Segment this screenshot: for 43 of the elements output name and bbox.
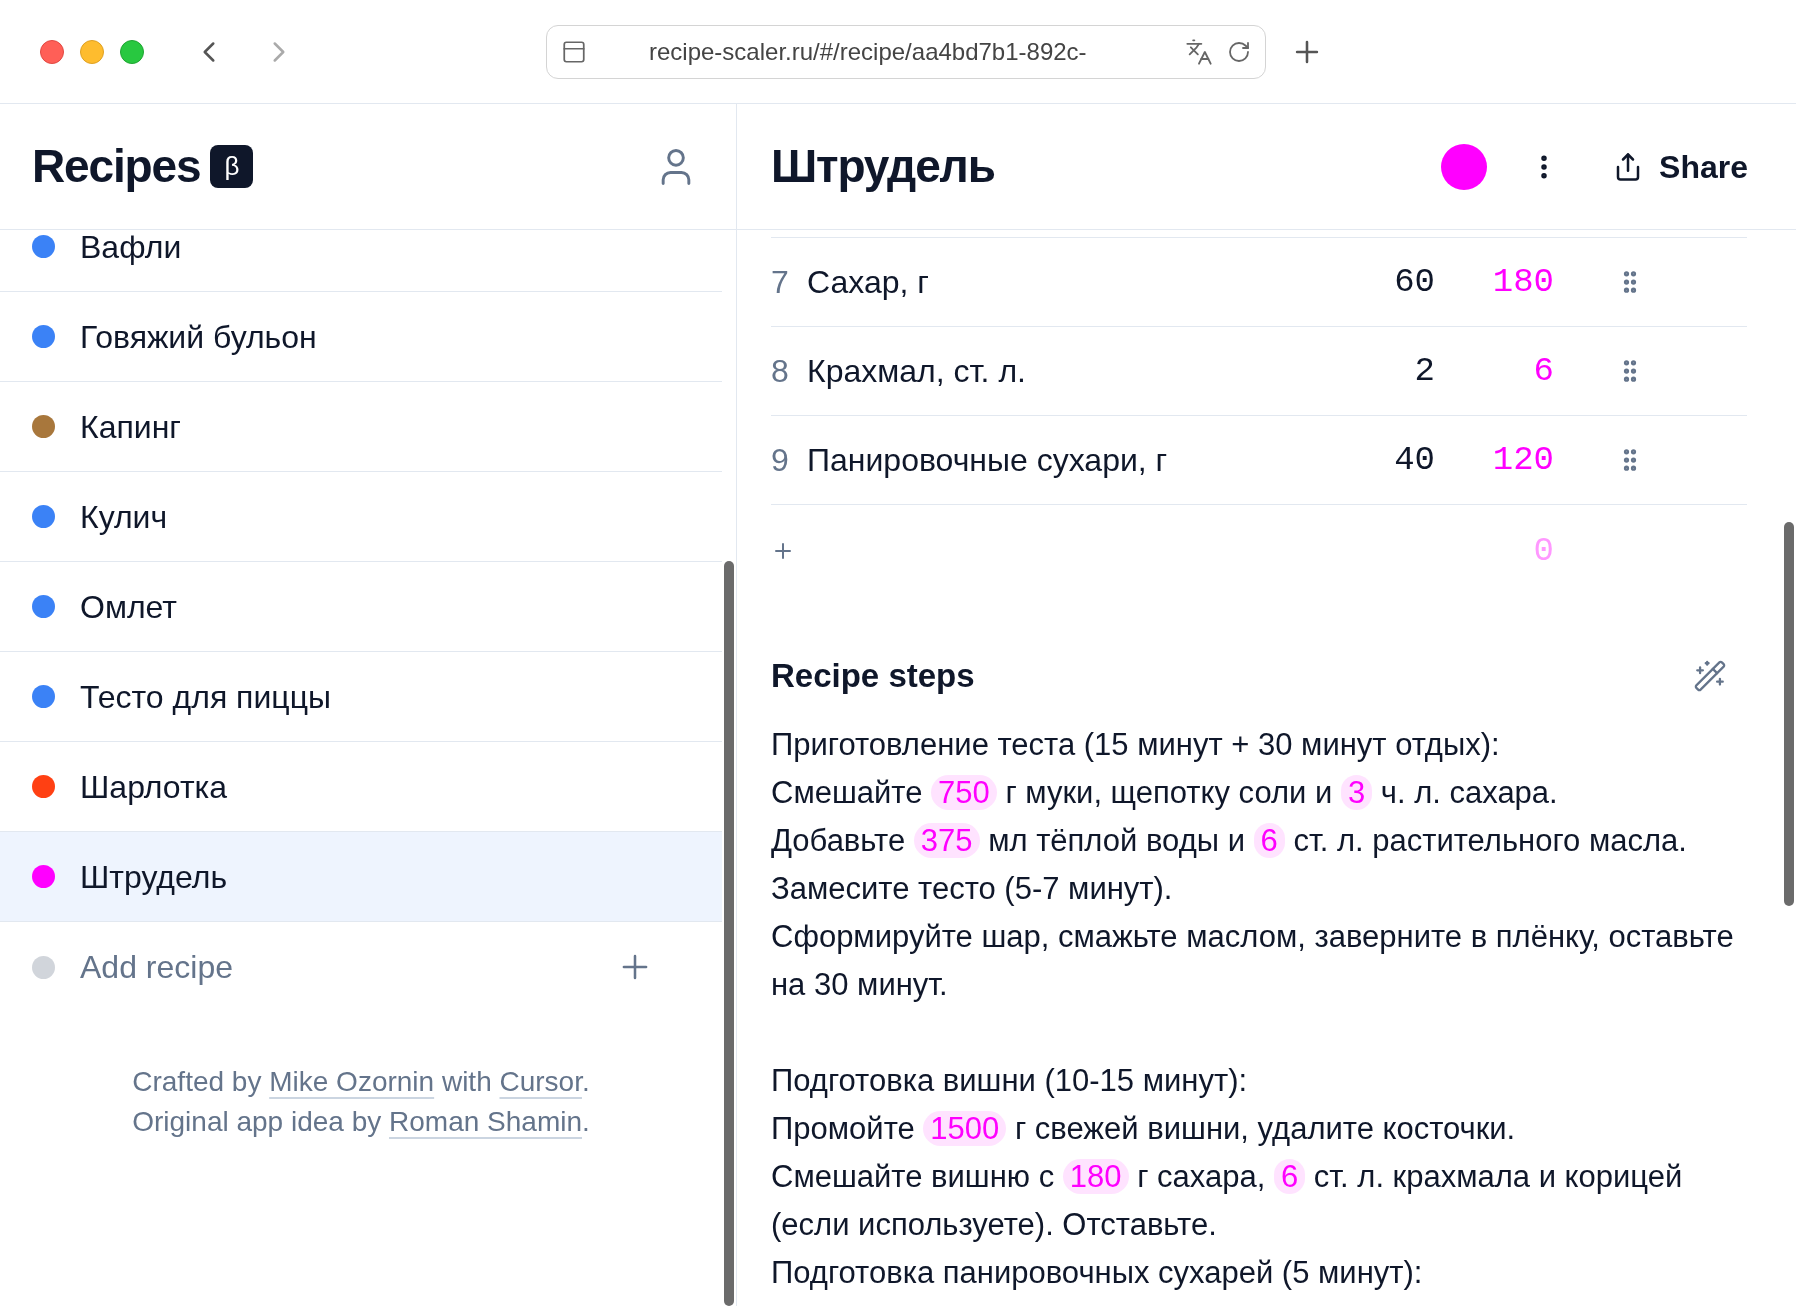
scaled-amount: 6: [1532, 350, 1554, 392]
scaled-amount: 120: [1491, 439, 1554, 481]
row-number: 9: [771, 441, 790, 480]
close-window-icon[interactable]: [40, 39, 64, 64]
beta-badge: β: [210, 145, 254, 188]
ingredient-name[interactable]: Крахмал, ст. л.: [807, 347, 1325, 395]
step-text[interactable]: Добавьте 375 мл тёплой воды и 6 ст. л. растительного масла. Замесите тесто (5-7 минут).: [771, 816, 1747, 913]
step-text[interactable]: Сформируйте шар, смажьте маслом, заверните в плёнку, оставьте на 30 минут.: [771, 912, 1747, 1009]
section-title: Recipe steps: [771, 656, 975, 696]
add-recipe-field[interactable]: Add recipe: [80, 943, 233, 991]
share-button[interactable]: Share: [1613, 142, 1748, 191]
maximize-window-icon[interactable]: [120, 39, 144, 64]
amount-value[interactable]: 60: [1325, 256, 1435, 308]
page-icon[interactable]: [561, 38, 587, 65]
address-bar[interactable]: recipe-scaler.ru/#/recipe/aa4bd7b1-892c-: [546, 24, 1266, 79]
step-text[interactable]: Подготовка панировочных сухарей (5 минут):: [771, 1248, 1747, 1297]
amount-value[interactable]: 40: [1325, 434, 1435, 486]
step-text[interactable]: Подготовка вишни (10-15 минут):: [771, 1056, 1747, 1105]
scaled-amount: 0: [1533, 530, 1554, 572]
recipe-item[interactable]: Штрудель: [0, 832, 722, 922]
credits-link[interactable]: Roman Shamin: [389, 1106, 582, 1137]
ingredient-name[interactable]: Панировочные сухари, г: [807, 436, 1325, 484]
amount-value[interactable]: 2: [1325, 345, 1435, 397]
row-number: 7: [771, 263, 790, 302]
url-text: recipe-scaler.ru/#/recipe/aa4bd7b1-892c-: [649, 36, 1087, 67]
reload-icon[interactable]: [1227, 39, 1251, 64]
credits-text: Crafted by Mike Ozornin with Cursor.: [132, 1065, 590, 1099]
step-text[interactable]: Приготовление теста (15 минут + 30 минут отдых):: [771, 720, 1747, 769]
magic-wand-icon[interactable]: [1693, 658, 1727, 693]
step-text[interactable]: Смешайте 750 г муки, щепотку соли и 3 ч. л. сахара.: [771, 768, 1747, 817]
recipe-title: Штрудель: [771, 139, 995, 194]
step-text[interactable]: Промойте 1500 г свежей вишни, удалите косточки.: [771, 1104, 1747, 1153]
translate-icon[interactable]: [1185, 37, 1213, 66]
scrollbar-thumb[interactable]: [1783, 522, 1794, 906]
step-text[interactable]: Смешайте вишню с 180 г сахара, 6 ст. л. крахмала и корицей (если используете). Отставьте.: [771, 1152, 1747, 1249]
credits-link[interactable]: Mike Ozornin: [269, 1066, 435, 1097]
app-title: Recipes: [32, 139, 201, 194]
scrollbar-thumb[interactable]: [724, 561, 734, 1306]
scaled-amount: 180: [1491, 261, 1554, 303]
credits-text: Original app idea by Roman Shamin.: [132, 1105, 590, 1139]
row-number: 8: [771, 352, 790, 391]
credits-link[interactable]: Cursor: [499, 1066, 582, 1097]
ingredient-name[interactable]: Сахар, г: [807, 258, 1325, 306]
